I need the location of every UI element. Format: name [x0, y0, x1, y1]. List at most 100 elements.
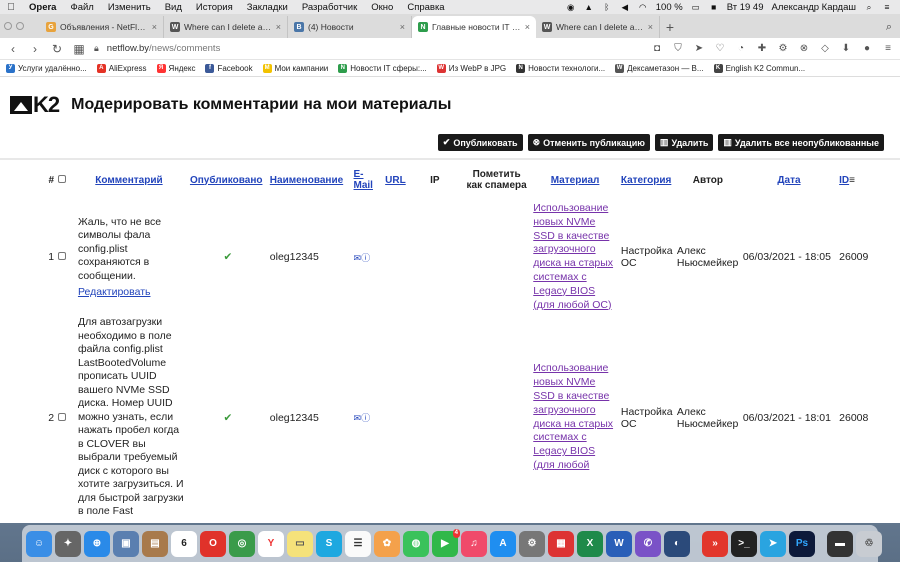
facetime-icon[interactable]: ▶ 4 [432, 528, 460, 557]
bookmark-item[interactable]: M Мои кампании [262, 63, 328, 73]
settings-icon[interactable]: ⚙ [777, 43, 789, 54]
app-store-icon[interactable]: A [490, 530, 516, 557]
tab-close-icon[interactable]: × [525, 22, 530, 32]
tab-close-icon[interactable]: × [276, 22, 281, 32]
adblock-icon[interactable]: ⊗ [798, 43, 810, 54]
calendar-icon[interactable]: 6 [171, 530, 197, 557]
menu-window[interactable]: Окно [364, 2, 400, 13]
trash-bin-icon[interactable]: ♲ [856, 530, 882, 557]
extension-icon[interactable]: ✚ [756, 43, 768, 54]
apple-menu-icon[interactable]:  [0, 2, 22, 13]
cube-icon[interactable]: ◇ [819, 43, 831, 54]
help-icon[interactable]: ⓘ [361, 253, 370, 263]
material-link[interactable]: Использование новых NVMe SSD в качестве … [533, 202, 613, 311]
flag-icon[interactable]: ■ [709, 2, 719, 12]
opera-icon[interactable]: O [200, 530, 226, 557]
sort-category-link[interactable]: Категория [621, 175, 671, 186]
user-name[interactable]: Александр Кардаш [771, 2, 856, 13]
sort-material-link[interactable]: Материал [551, 175, 600, 186]
camera-icon[interactable]: ◘ [651, 43, 663, 54]
mail-icon[interactable]: ✉ [354, 413, 362, 423]
delete-unpublished-button[interactable]: ▥ Удалить все неопубликованные [718, 134, 884, 151]
browser-tab-active[interactable]: N Главные новости IT сферы: к × [412, 16, 536, 38]
rocket-icon[interactable]: ▲ [584, 2, 594, 12]
browser-tab[interactable]: W Where can I delete a template × [536, 16, 660, 38]
url-field[interactable]: netflow.by/news/comments [107, 43, 221, 54]
menu-app-name[interactable]: Opera [22, 2, 63, 13]
bookmark-item[interactable]: A AliExpress [96, 63, 147, 73]
row-checkbox[interactable] [58, 412, 67, 421]
notes-icon[interactable]: ▭ [287, 530, 313, 557]
safari-icon[interactable]: ⊕ [84, 530, 110, 557]
volume-icon[interactable]: ◀ [620, 2, 630, 12]
menu-bookmarks[interactable]: Закладки [240, 2, 295, 13]
spotlight-icon[interactable]: ⌕ [864, 2, 874, 12]
speed-dial-icon[interactable]: ▦ [72, 42, 86, 56]
terminal-icon[interactable]: >_ [731, 530, 757, 557]
keynote-icon[interactable]: ▦ [548, 530, 574, 557]
reload-icon[interactable]: ↻ [50, 42, 64, 56]
published-toggle[interactable]: ✔ [188, 200, 268, 314]
row-checkbox[interactable] [58, 252, 67, 261]
edit-comment-link[interactable]: Редактировать [78, 286, 186, 298]
screen-recording-icon[interactable]: ▬ [827, 530, 853, 557]
publish-button[interactable]: ✔ Опубликовать [437, 134, 523, 151]
help-icon[interactable]: ⓘ [361, 413, 370, 423]
anydesk-icon[interactable]: » [702, 530, 728, 557]
tab-close-icon[interactable]: × [648, 22, 653, 32]
menu-edit[interactable]: Изменить [101, 2, 158, 13]
send-icon[interactable]: ➤ [693, 43, 705, 54]
browser-tab[interactable]: B (4) Новости × [288, 16, 412, 38]
browser-tab[interactable]: W Where can I delete a template × [164, 16, 288, 38]
bookmark-item[interactable]: f Facebook [205, 63, 253, 73]
contacts-icon[interactable]: ▤ [142, 530, 168, 557]
sort-comment-link[interactable]: Комментарий [95, 175, 162, 186]
disk-utility-icon[interactable]: ◐ [664, 530, 690, 557]
new-tab-button[interactable]: + [660, 16, 680, 38]
clock[interactable]: Вт 19 49 [727, 2, 764, 13]
material-link[interactable]: Использование новых NVMe SSD в качестве … [533, 362, 613, 471]
telegram-icon[interactable]: ➤ [760, 530, 786, 557]
window-close-button[interactable] [4, 22, 12, 30]
heart-icon[interactable]: ♡ [714, 43, 726, 54]
bookmark-item[interactable]: K English K2 Commun... [713, 63, 805, 73]
published-toggle[interactable]: ✔ [188, 314, 268, 521]
photoshop-icon[interactable]: Ps [789, 530, 815, 557]
bookmark-item[interactable]: Я Яндекс [156, 63, 195, 73]
sort-id-link[interactable]: ID [839, 175, 849, 186]
finder-icon[interactable]: ☺ [26, 530, 52, 557]
menu-view[interactable]: Вид [158, 2, 189, 13]
excel-icon[interactable]: X [577, 530, 603, 557]
tab-close-icon[interactable]: × [152, 22, 157, 32]
unpublish-button[interactable]: ⊗ Отменить публикацию [527, 134, 650, 151]
browser-tab[interactable]: G Объявления - NetFlow - Goog × [40, 16, 164, 38]
menu-list-icon[interactable]: ≡ [882, 2, 892, 12]
chrome-icon[interactable]: ◎ [229, 530, 255, 557]
system-preferences-icon[interactable]: ⚙ [519, 530, 545, 557]
battery-icon[interactable]: ▭ [691, 2, 701, 12]
menu-history[interactable]: История [189, 2, 240, 13]
menu-file[interactable]: Файл [63, 2, 100, 13]
bookmark-item[interactable]: W Дексаметазон — В... [615, 63, 704, 73]
bookmark-item[interactable]: N Новости технологи... [516, 63, 605, 73]
shield-icon[interactable]: ⛉ [672, 43, 684, 54]
sort-name-link[interactable]: Наименование [270, 175, 343, 186]
sort-url-link[interactable]: URL [385, 175, 406, 186]
reminders-icon[interactable]: ☰ [345, 530, 371, 557]
ftp-icon[interactable]: ◉ [566, 2, 576, 12]
select-all-checkbox[interactable] [58, 174, 67, 183]
word-icon[interactable]: W [606, 530, 632, 557]
battery-percentage[interactable]: 100 % [656, 2, 683, 13]
delete-button[interactable]: ▥ Удалить [654, 134, 714, 151]
tab-close-icon[interactable]: × [400, 22, 405, 32]
viber-icon[interactable]: ✆ [635, 530, 661, 557]
rss-icon[interactable]: ◔ [735, 43, 747, 54]
wifi-icon[interactable]: ◠ [638, 2, 648, 12]
menu-help[interactable]: Справка [400, 2, 451, 13]
music-icon[interactable]: ♫ [461, 530, 487, 557]
sort-email-link[interactable]: E-Mail [354, 169, 373, 191]
download-icon[interactable]: ⬇ [840, 43, 852, 54]
photos-icon[interactable]: ✿ [374, 530, 400, 557]
sort-date-link[interactable]: Дата [777, 175, 800, 186]
preview-icon[interactable]: ▣ [113, 530, 139, 557]
